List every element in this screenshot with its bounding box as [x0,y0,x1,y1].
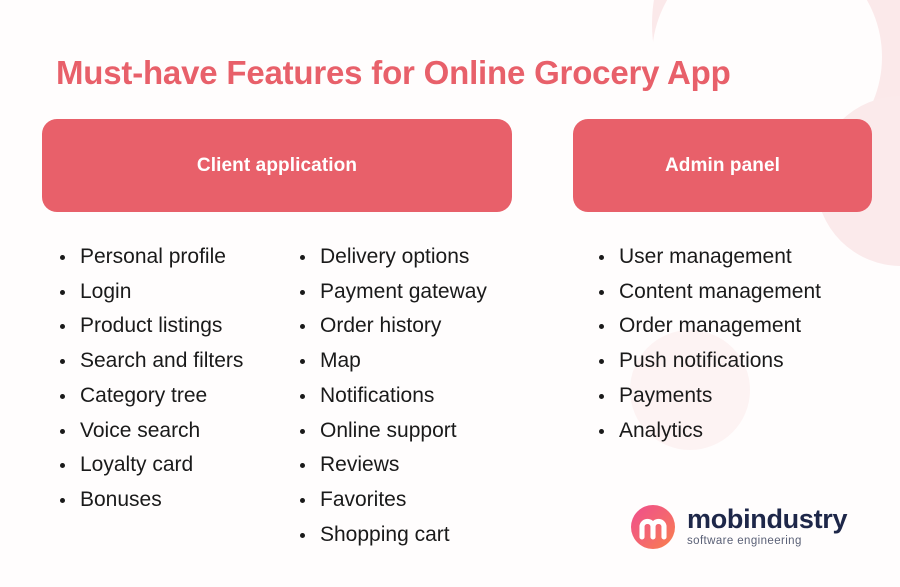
list-item: Map [297,344,487,379]
mobindustry-monogram-icon [631,505,675,549]
list-item: Order management [596,309,821,344]
list-item: User management [596,240,821,275]
content-layer: Must-have Features for Online Grocery Ap… [0,0,900,587]
logo-name: mobindustry [687,504,848,534]
list-item: Shopping cart [297,518,487,553]
list-item: Analytics [596,414,821,449]
list-item: Favorites [297,483,487,518]
section-header-client-application: Client application [42,119,512,212]
page-title: Must-have Features for Online Grocery Ap… [56,54,731,91]
list-item: Content management [596,275,821,310]
list-item: Payments [596,379,821,414]
list-item: Search and filters [57,344,243,379]
infographic-canvas: Must-have Features for Online Grocery Ap… [0,0,900,587]
feature-list-client-column-2: Delivery options Payment gateway Order h… [297,240,487,552]
list-item: Push notifications [596,344,821,379]
logo-tagline: software engineering [687,535,802,547]
list-item: Notifications [297,379,487,414]
list-item: Online support [297,414,487,449]
section-header-admin-panel: Admin panel [573,119,872,212]
logo-wordmark: mobindustry software engineering [687,504,848,549]
feature-list-client-column-1: Personal profile Login Product listings … [57,240,243,518]
list-item: Bonuses [57,483,243,518]
list-item: Voice search [57,414,243,449]
list-item: Delivery options [297,240,487,275]
feature-list-admin: User management Content management Order… [596,240,821,448]
section-header-label: Admin panel [664,154,781,176]
list-item: Order history [297,309,487,344]
list-item: Login [57,275,243,310]
brand-logo: mobindustry software engineering [630,504,848,550]
list-item: Product listings [57,309,243,344]
section-header-label: Client application [196,154,358,176]
list-item: Personal profile [57,240,243,275]
list-item: Loyalty card [57,448,243,483]
list-item: Payment gateway [297,275,487,310]
list-item: Category tree [57,379,243,414]
list-item: Reviews [297,448,487,483]
